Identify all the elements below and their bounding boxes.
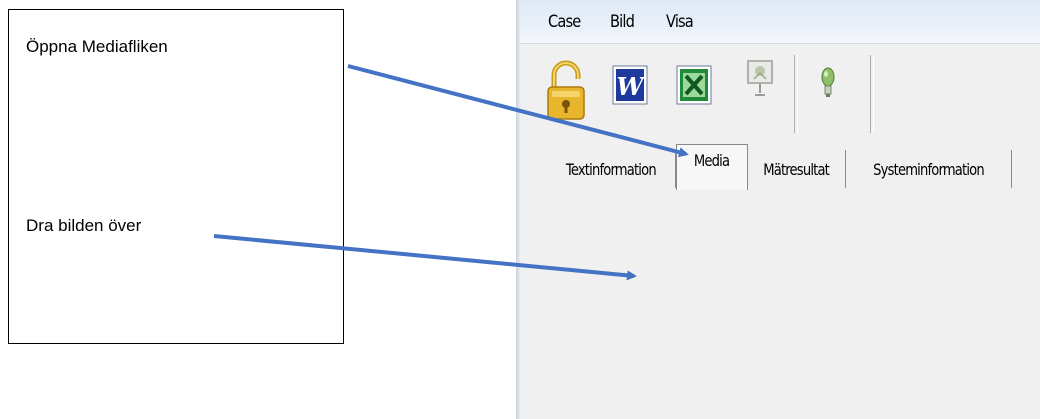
toolbar: W (520, 45, 1040, 140)
tab-strip: Textinformation Media Mätresultat System… (520, 144, 1040, 190)
menu-bild[interactable]: Bild (610, 12, 635, 32)
tab-textinformation[interactable]: Textinformation (546, 150, 676, 188)
presentation-icon[interactable] (746, 59, 774, 99)
toolbar-separator (794, 55, 798, 133)
media-drop-area[interactable] (520, 190, 1040, 419)
word-icon[interactable]: W (612, 65, 648, 105)
instruction-box: Öppna Mediafliken Dra bilden över (8, 9, 344, 344)
excel-icon[interactable] (676, 65, 712, 105)
tab-matresultat[interactable]: Mätresultat (748, 150, 846, 188)
toolbar-separator (870, 55, 874, 133)
menu-bar: Case Bild Visa (520, 0, 1040, 44)
tab-media[interactable]: Media (676, 144, 748, 190)
instruction-step-open-media: Öppna Mediafliken (26, 37, 168, 56)
application-window: Case Bild Visa W Textinformation Media M… (520, 0, 1040, 419)
lightbulb-icon[interactable] (820, 67, 836, 103)
menu-case[interactable]: Case (548, 12, 581, 32)
menu-visa[interactable]: Visa (666, 12, 694, 32)
svg-text:W: W (617, 72, 646, 101)
instruction-step-drag-image: Dra bilden över (26, 216, 142, 235)
lock-icon[interactable] (546, 57, 586, 121)
tab-systeminformation[interactable]: Systeminformation (846, 150, 1012, 188)
